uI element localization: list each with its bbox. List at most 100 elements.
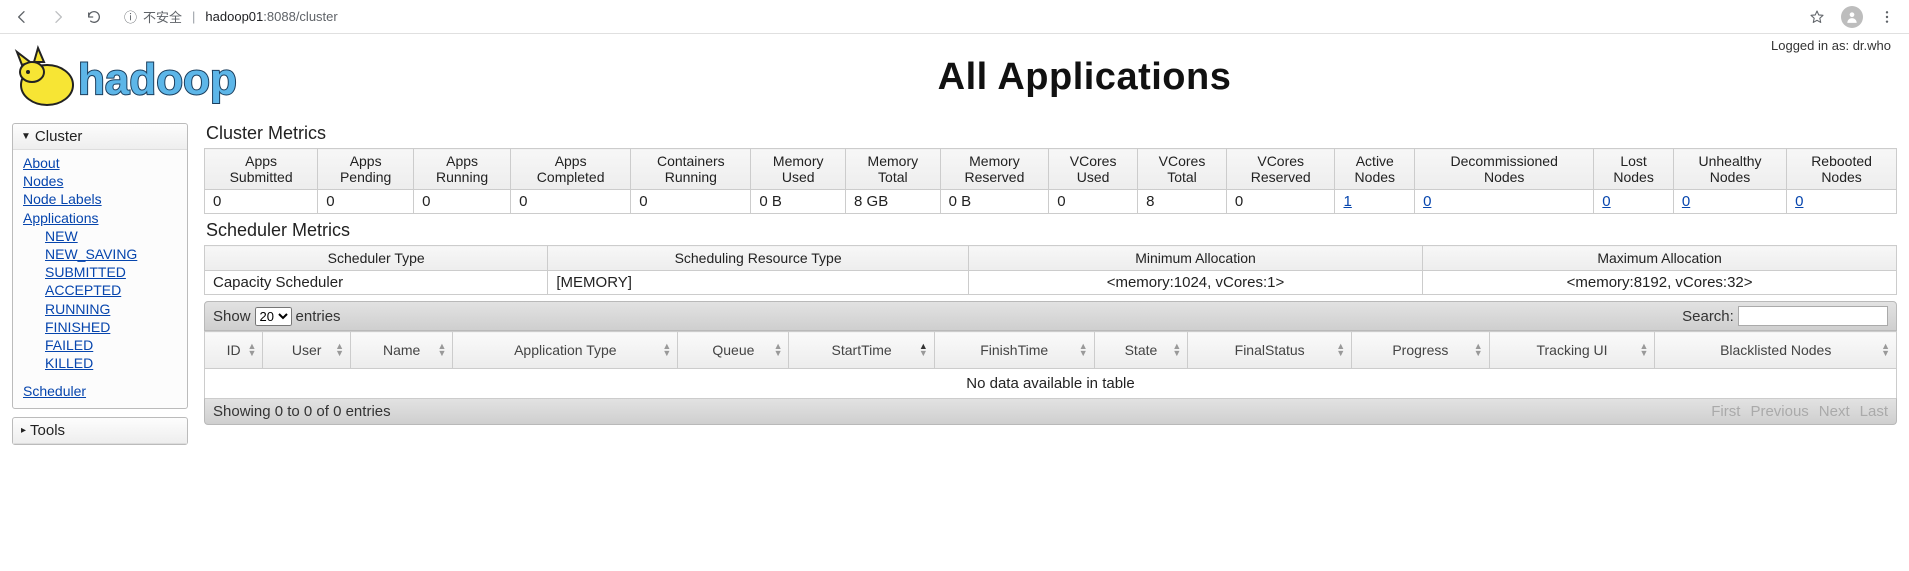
pager-button[interactable]: Previous: [1750, 403, 1808, 420]
sort-icon: ▲▼: [1474, 343, 1483, 357]
back-icon[interactable]: [10, 5, 34, 29]
metrics-cell[interactable]: 0: [1415, 190, 1594, 214]
column-header[interactable]: Progress▲▼: [1352, 332, 1490, 369]
reload-icon[interactable]: [82, 5, 106, 29]
metrics-link[interactable]: 0: [1423, 193, 1431, 210]
metrics-cell: 0: [414, 190, 511, 214]
search-label: Search:: [1682, 308, 1734, 325]
metrics-cell: <memory:1024, vCores:1>: [968, 271, 1422, 295]
column-header[interactable]: Queue▲▼: [678, 332, 789, 369]
column-header[interactable]: Application Type▲▼: [453, 332, 678, 369]
insecure-label: 不安全: [143, 7, 182, 26]
metrics-header: VCoresReserved: [1226, 149, 1335, 190]
column-header[interactable]: State▲▼: [1094, 332, 1188, 369]
metrics-cell: Capacity Scheduler: [205, 271, 548, 295]
sidebar-link-applications[interactable]: Applications: [23, 209, 177, 227]
metrics-link[interactable]: 0: [1602, 193, 1610, 210]
sort-icon: ▲▼: [1172, 343, 1181, 357]
no-data-cell: No data available in table: [205, 369, 1897, 399]
profile-icon[interactable]: [1841, 6, 1863, 28]
caret-down-icon: ▼: [21, 131, 31, 142]
address-bar[interactable]: ⓘ 不安全 | hadoop01:8088/cluster: [124, 7, 338, 26]
sort-icon: ▲▼: [1639, 343, 1648, 357]
search-input[interactable]: [1738, 306, 1888, 326]
sidebar-link-appstate[interactable]: RUNNING: [45, 300, 177, 318]
metrics-cell: 0 B: [940, 190, 1049, 214]
sidebar-link-appstate[interactable]: NEW: [45, 227, 177, 245]
sort-icon: ▲▼: [1881, 343, 1890, 357]
sort-icon: ▲▼: [1079, 343, 1088, 357]
metrics-header: AppsCompleted: [511, 149, 631, 190]
metrics-header: UnhealthyNodes: [1673, 149, 1786, 190]
metrics-header: VCoresUsed: [1049, 149, 1138, 190]
sort-icon: ▲▼: [247, 343, 256, 357]
sidebar-link-appstate[interactable]: KILLED: [45, 354, 177, 372]
sort-icon: ▲▼: [774, 343, 783, 357]
metrics-header: Scheduler Type: [205, 246, 548, 271]
metrics-header: LostNodes: [1594, 149, 1674, 190]
sidebar-section-cluster[interactable]: ▼Cluster: [13, 124, 187, 150]
metrics-cell: [MEMORY]: [548, 271, 968, 295]
datatable-info: Showing 0 to 0 of 0 entries: [213, 403, 391, 420]
scheduler-metrics-title: Scheduler Metrics: [206, 220, 1897, 241]
pager-button[interactable]: Next: [1819, 403, 1850, 420]
pager-button[interactable]: Last: [1860, 403, 1888, 420]
metrics-header: ContainersRunning: [631, 149, 751, 190]
sidebar-link-appstate[interactable]: SUBMITTED: [45, 263, 177, 281]
browser-toolbar: ⓘ 不安全 | hadoop01:8088/cluster: [0, 0, 1909, 34]
sidebar-link-about[interactable]: About: [23, 154, 177, 172]
metrics-header: MemoryTotal: [846, 149, 941, 190]
metrics-cell: 0: [511, 190, 631, 214]
column-header[interactable]: FinishTime▲▼: [934, 332, 1094, 369]
applications-table: ID▲▼User▲▼Name▲▼Application Type▲▼Queue▲…: [204, 331, 1897, 398]
logged-in-label: Logged in as: dr.who: [1771, 38, 1891, 53]
metrics-cell: 0: [1226, 190, 1335, 214]
metrics-link[interactable]: 0: [1795, 193, 1803, 210]
metrics-cell[interactable]: 1: [1335, 190, 1415, 214]
column-header[interactable]: Blacklisted Nodes▲▼: [1655, 332, 1897, 369]
metrics-cell[interactable]: 0: [1787, 190, 1897, 214]
menu-icon[interactable]: [1875, 5, 1899, 29]
sort-icon: ▲▼: [335, 343, 344, 357]
metrics-header: RebootedNodes: [1787, 149, 1897, 190]
cluster-metrics-title: Cluster Metrics: [206, 123, 1897, 144]
sidebar-link-node-labels[interactable]: Node Labels: [23, 190, 177, 208]
forward-icon[interactable]: [46, 5, 70, 29]
sidebar-link-appstate[interactable]: FINISHED: [45, 318, 177, 336]
hadoop-logo: hadoop: [12, 40, 312, 115]
metrics-link[interactable]: 1: [1343, 193, 1351, 210]
column-header[interactable]: Name▲▼: [351, 332, 453, 369]
metrics-cell[interactable]: 0: [1594, 190, 1674, 214]
svg-text:hadoop: hadoop: [78, 55, 237, 104]
sidebar-link-appstate[interactable]: NEW_SAVING: [45, 245, 177, 263]
metrics-header: Minimum Allocation: [968, 246, 1422, 271]
pager-button[interactable]: First: [1711, 403, 1740, 420]
column-header[interactable]: FinalStatus▲▼: [1188, 332, 1352, 369]
cluster-metrics-table: AppsSubmittedAppsPendingAppsRunningAppsC…: [204, 148, 1897, 214]
sidebar-link-appstate[interactable]: FAILED: [45, 336, 177, 354]
metrics-header: AppsPending: [318, 149, 414, 190]
sidebar-link-nodes[interactable]: Nodes: [23, 172, 177, 190]
metrics-header: AppsSubmitted: [205, 149, 318, 190]
sidebar: ▼Cluster About Nodes Node Labels Applica…: [12, 123, 188, 453]
sidebar-section-tools[interactable]: ▸Tools: [13, 418, 187, 444]
metrics-link[interactable]: 0: [1682, 193, 1690, 210]
entries-select[interactable]: 20: [255, 307, 292, 326]
scheduler-metrics-table: Scheduler TypeScheduling Resource TypeMi…: [204, 245, 1897, 295]
metrics-cell: 0: [631, 190, 751, 214]
datatable-toolbar: Show 20 entries Search:: [204, 301, 1897, 331]
metrics-cell: 0: [205, 190, 318, 214]
column-header[interactable]: User▲▼: [263, 332, 351, 369]
column-header[interactable]: Tracking UI▲▼: [1489, 332, 1655, 369]
metrics-cell: 8 GB: [846, 190, 941, 214]
sort-icon: ▲▼: [437, 343, 446, 357]
page-title: All Applications: [312, 56, 1857, 99]
metrics-cell[interactable]: 0: [1673, 190, 1786, 214]
column-header[interactable]: ID▲▼: [205, 332, 263, 369]
star-icon[interactable]: [1805, 5, 1829, 29]
sort-icon: ▲▼: [919, 343, 928, 357]
sidebar-link-scheduler[interactable]: Scheduler: [23, 382, 177, 400]
column-header[interactable]: StartTime▲▼: [789, 332, 934, 369]
sidebar-link-appstate[interactable]: ACCEPTED: [45, 281, 177, 299]
sort-icon: ▲▼: [662, 343, 671, 357]
